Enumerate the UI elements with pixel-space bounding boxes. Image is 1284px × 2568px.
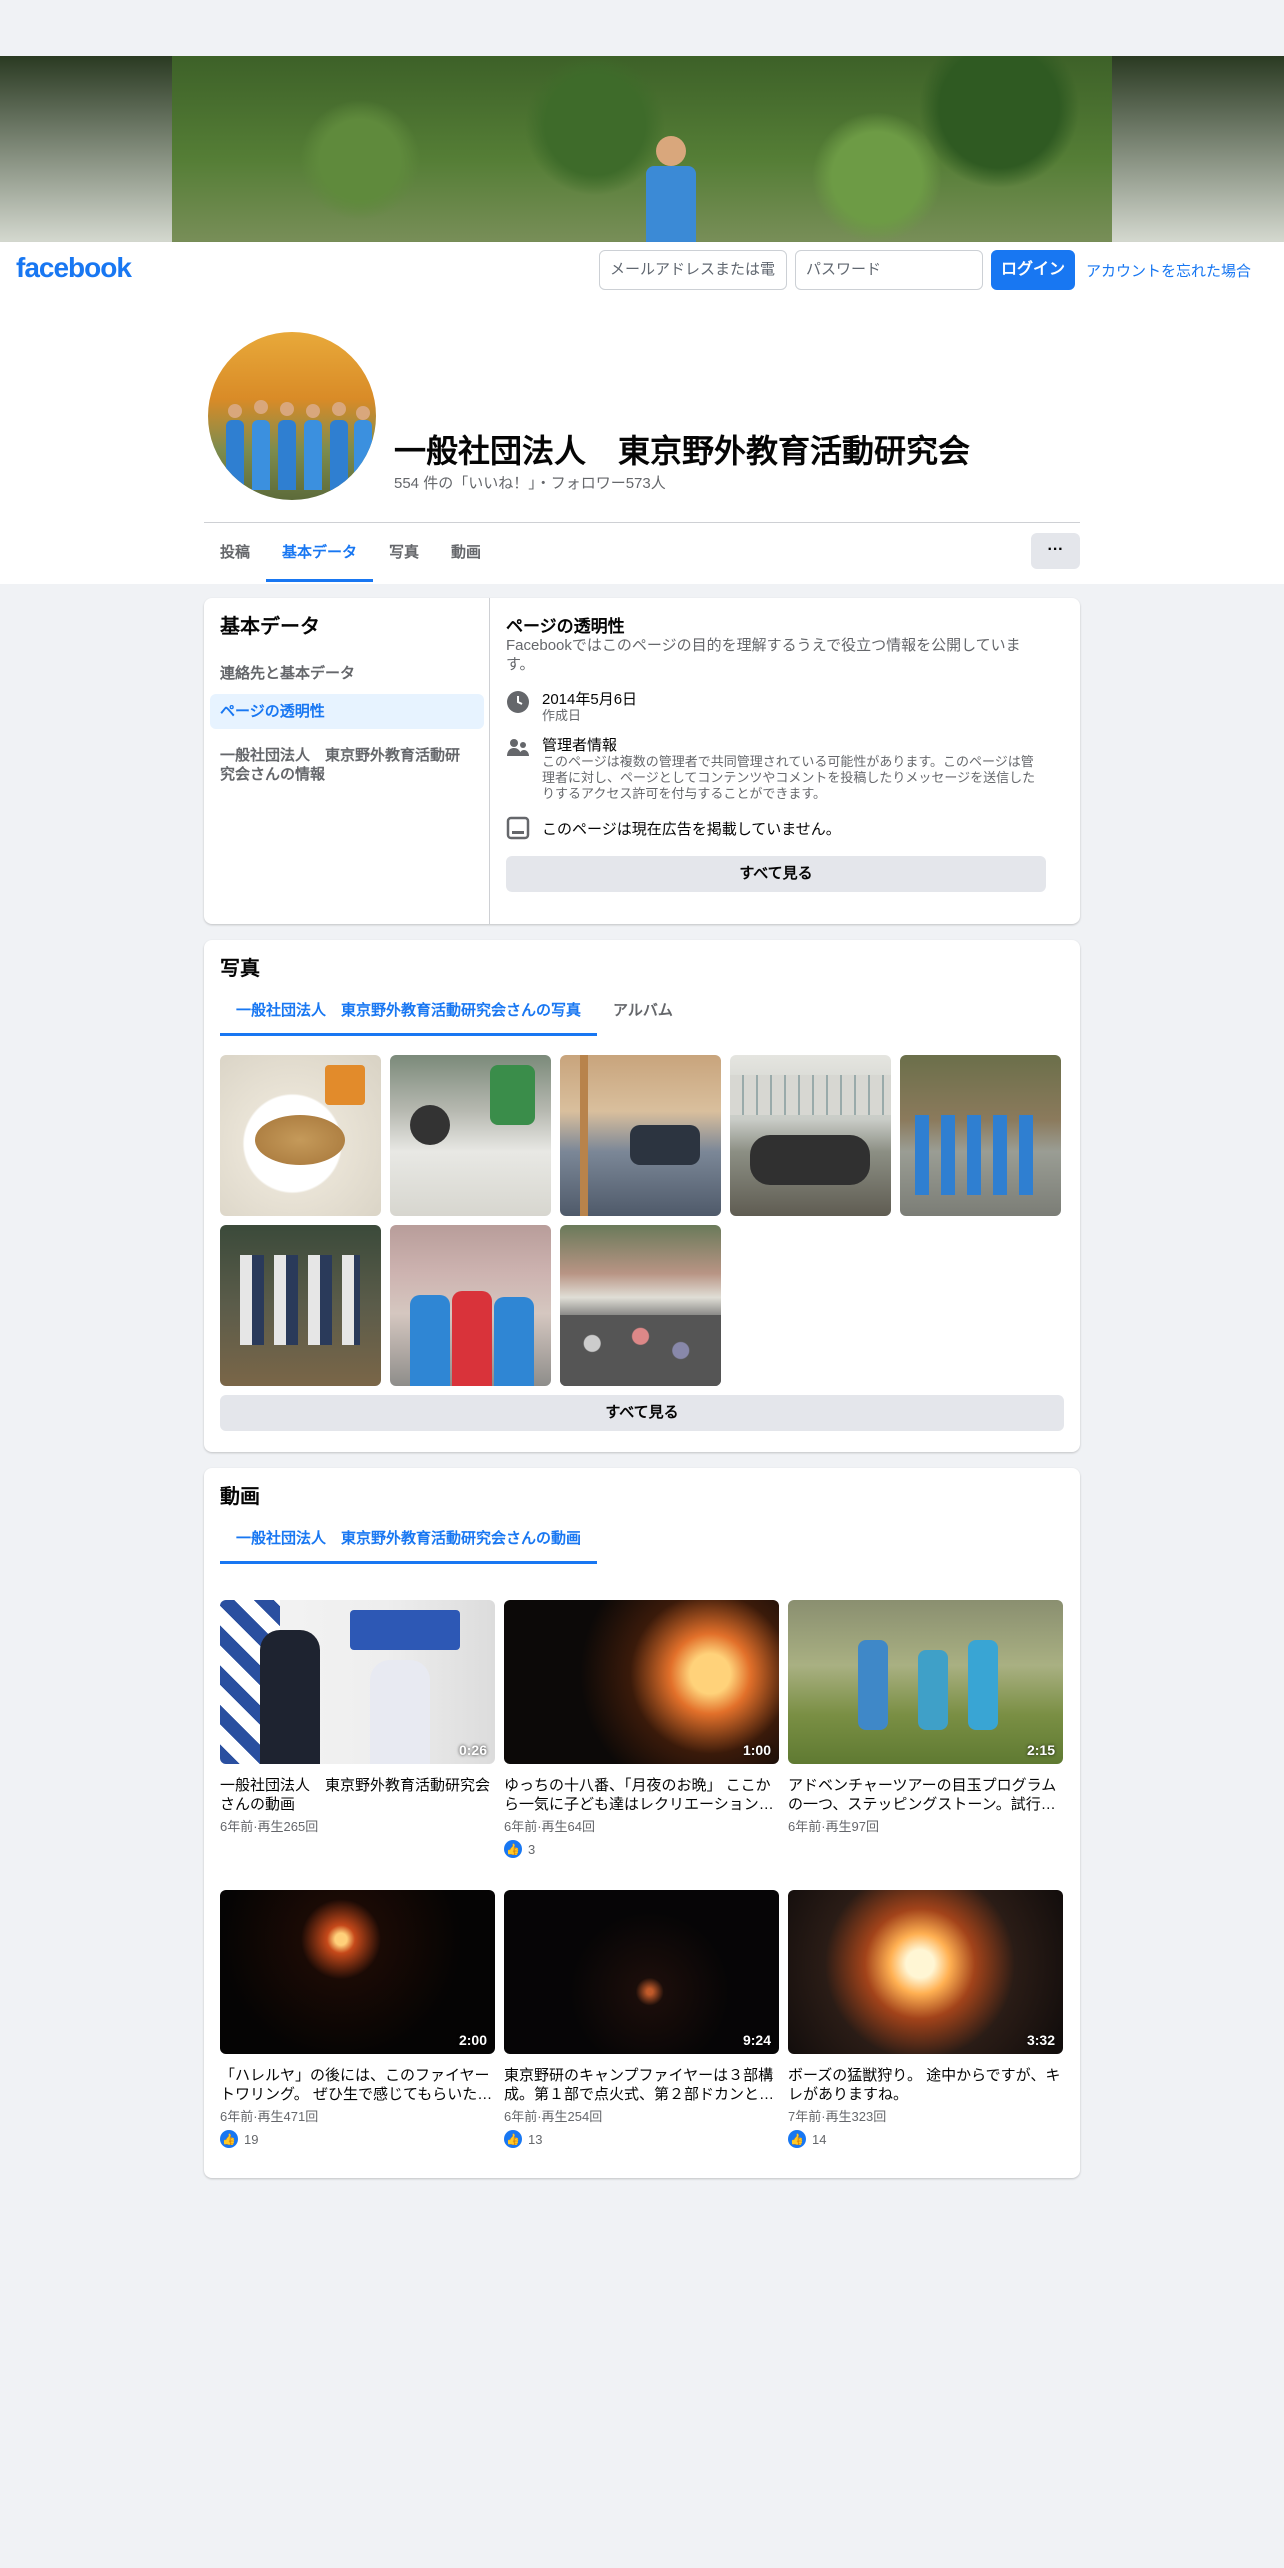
avatar[interactable] [204, 328, 380, 504]
admins-icon [507, 739, 529, 756]
thumbs-up-icon: 👍 [220, 2130, 238, 2148]
admin-desc: このページは複数の管理者で共同管理されている可能性があります。このページは管理者… [542, 754, 1036, 801]
video-meta: 6年前·再生471回 [220, 2109, 319, 2124]
cover-blur-left [0, 56, 172, 246]
video-thumb[interactable]: 0:26 [220, 1600, 495, 1764]
like-count: 19 [244, 2131, 259, 2147]
video-likes: 👍 14 [788, 2130, 826, 2148]
thumbs-up-icon: 👍 [504, 1840, 522, 1858]
video-title[interactable]: 一般社団法人 東京野外教育活動研究会さんの動画 [220, 1776, 495, 1814]
videos-card: 動画 一般社団法人 東京野外教育活動研究会さんの動画 0:26 1:00 2:1… [204, 1468, 1080, 2178]
tab-albums[interactable]: アルバム [597, 986, 689, 1036]
video-meta: 6年前·再生254回 [504, 2109, 603, 2124]
transparency-title: ページの透明性 [506, 617, 625, 636]
video-title[interactable]: 「ハレルヤ」の後には、このファイヤートワリング。 ぜひ生で感じてもらいた… [220, 2066, 495, 2104]
video-duration: 2:00 [458, 2032, 487, 2048]
tab-photos[interactable]: 写真 [373, 524, 435, 582]
created-label: 作成日 [542, 708, 582, 723]
forgot-account-link[interactable]: アカウントを忘れた場合 [1086, 260, 1251, 281]
photo-thumb[interactable] [390, 1225, 551, 1386]
ads-text: このページは現在広告を掲載していません。 [542, 821, 841, 838]
photo-thumb[interactable] [390, 1055, 551, 1216]
ads-icon [506, 816, 530, 840]
facebook-logo[interactable]: facebook [16, 252, 132, 284]
video-thumb[interactable]: 1:00 [504, 1600, 779, 1764]
photos-title: 写真 [220, 958, 260, 980]
video-title[interactable]: 東京野研のキャンプファイヤーは３部構成。第１部で点火式、第２部ドカンと… [504, 2066, 779, 2104]
clock-icon [507, 691, 529, 713]
video-thumb[interactable]: 2:15 [788, 1600, 1063, 1764]
tab-page-photos[interactable]: 一般社団法人 東京野外教育活動研究会さんの写真 [220, 986, 598, 1036]
video-meta: 6年前·再生265回 [220, 1819, 319, 1834]
photo-thumb[interactable] [220, 1055, 381, 1216]
about-card: 基本データ 連絡先と基本データ ページの透明性 一般社団法人 東京野外教育活動研… [204, 598, 1080, 924]
photo-thumb[interactable] [900, 1055, 1061, 1216]
tab-about[interactable]: 基本データ [266, 524, 374, 582]
tab-posts[interactable]: 投稿 [204, 524, 266, 582]
video-meta: 6年前·再生64回 [504, 1819, 596, 1834]
video-thumb[interactable]: 9:24 [504, 1890, 779, 2054]
top-header: facebook メールアドレスまたは電 パスワード ログイン アカウントを忘れ… [0, 242, 1284, 298]
created-date: 2014年5月6日 [542, 691, 638, 708]
admin-title: 管理者情報 [542, 737, 618, 754]
about-title: 基本データ [220, 616, 320, 638]
video-duration: 3:32 [1026, 2032, 1055, 2048]
more-options-button[interactable]: ··· [1031, 533, 1080, 569]
video-duration: 1:00 [742, 1742, 771, 1758]
thumbs-up-icon: 👍 [504, 2130, 522, 2148]
video-duration: 9:24 [742, 2032, 771, 2048]
page-title: 一般社団法人 東京野外教育活動研究会 [394, 433, 971, 469]
login-button[interactable]: ログイン [991, 250, 1075, 290]
about-menu: 基本データ 連絡先と基本データ ページの透明性 一般社団法人 東京野外教育活動研… [204, 598, 490, 924]
page-stats: 554 件の「いいね！」・フォロワー573人 [394, 475, 666, 492]
email-field[interactable]: メールアドレスまたは電 [599, 250, 787, 290]
video-title[interactable]: アドベンチャーツアーの目玉プログラムの一つ、ステッピングストーン。試行… [788, 1776, 1063, 1814]
thumbs-up-icon: 👍 [788, 2130, 806, 2148]
photo-thumb[interactable] [220, 1225, 381, 1386]
video-thumb[interactable]: 2:00 [220, 1890, 495, 2054]
transparency-desc: Facebookではこのページの目的を理解するうえで役立つ情報を公開しています。 [506, 637, 1021, 673]
password-field[interactable]: パスワード [795, 250, 983, 290]
video-title[interactable]: ゆっちの十八番、「月夜のお晩」 ここから一気に子ども達はレクリエーション… [504, 1776, 779, 1814]
video-meta: 6年前·再生97回 [788, 1819, 880, 1834]
photo-thumb[interactable] [560, 1055, 721, 1216]
video-duration: 0:26 [458, 1742, 487, 1758]
photos-see-all-button[interactable]: すべて見る [220, 1395, 1064, 1431]
video-title[interactable]: ボーズの猛獣狩り。 途中からですが、キレがありますね。 [788, 2066, 1063, 2104]
about-menu-transparency[interactable]: ページの透明性 [210, 694, 484, 729]
see-all-button[interactable]: すべて見る [506, 856, 1046, 892]
video-likes: 👍 3 [504, 1840, 535, 1858]
tab-page-videos[interactable]: 一般社団法人 東京野外教育活動研究会さんの動画 [220, 1514, 598, 1564]
profile-tabs: 投稿 基本データ 写真 動画 [204, 524, 497, 582]
video-likes: 👍 13 [504, 2130, 542, 2148]
cover-blur-right [1112, 56, 1284, 246]
videos-tabs: 一般社団法人 東京野外教育活動研究会さんの動画 [220, 1514, 598, 1564]
video-likes: 👍 19 [220, 2130, 258, 2148]
photos-tabs: 一般社団法人 東京野外教育活動研究会さんの写真 アルバム [220, 986, 689, 1036]
like-count: 13 [528, 2131, 543, 2147]
divider [204, 522, 1080, 523]
video-thumb[interactable]: 3:32 [788, 1890, 1063, 2054]
photos-card: 写真 一般社団法人 東京野外教育活動研究会さんの写真 アルバム すべて見る [204, 940, 1080, 1452]
video-meta: 7年前·再生323回 [788, 2109, 887, 2124]
tab-videos[interactable]: 動画 [435, 524, 497, 582]
like-count: 14 [812, 2131, 827, 2147]
about-menu-contact[interactable]: 連絡先と基本データ [210, 656, 484, 691]
videos-title: 動画 [220, 1486, 260, 1508]
photo-thumb[interactable] [730, 1055, 891, 1216]
video-duration: 2:15 [1026, 1742, 1055, 1758]
about-menu-info[interactable]: 一般社団法人 東京野外教育活動研究会さんの情報 [210, 738, 484, 792]
photo-thumb[interactable] [560, 1225, 721, 1386]
like-count: 3 [528, 1841, 536, 1857]
